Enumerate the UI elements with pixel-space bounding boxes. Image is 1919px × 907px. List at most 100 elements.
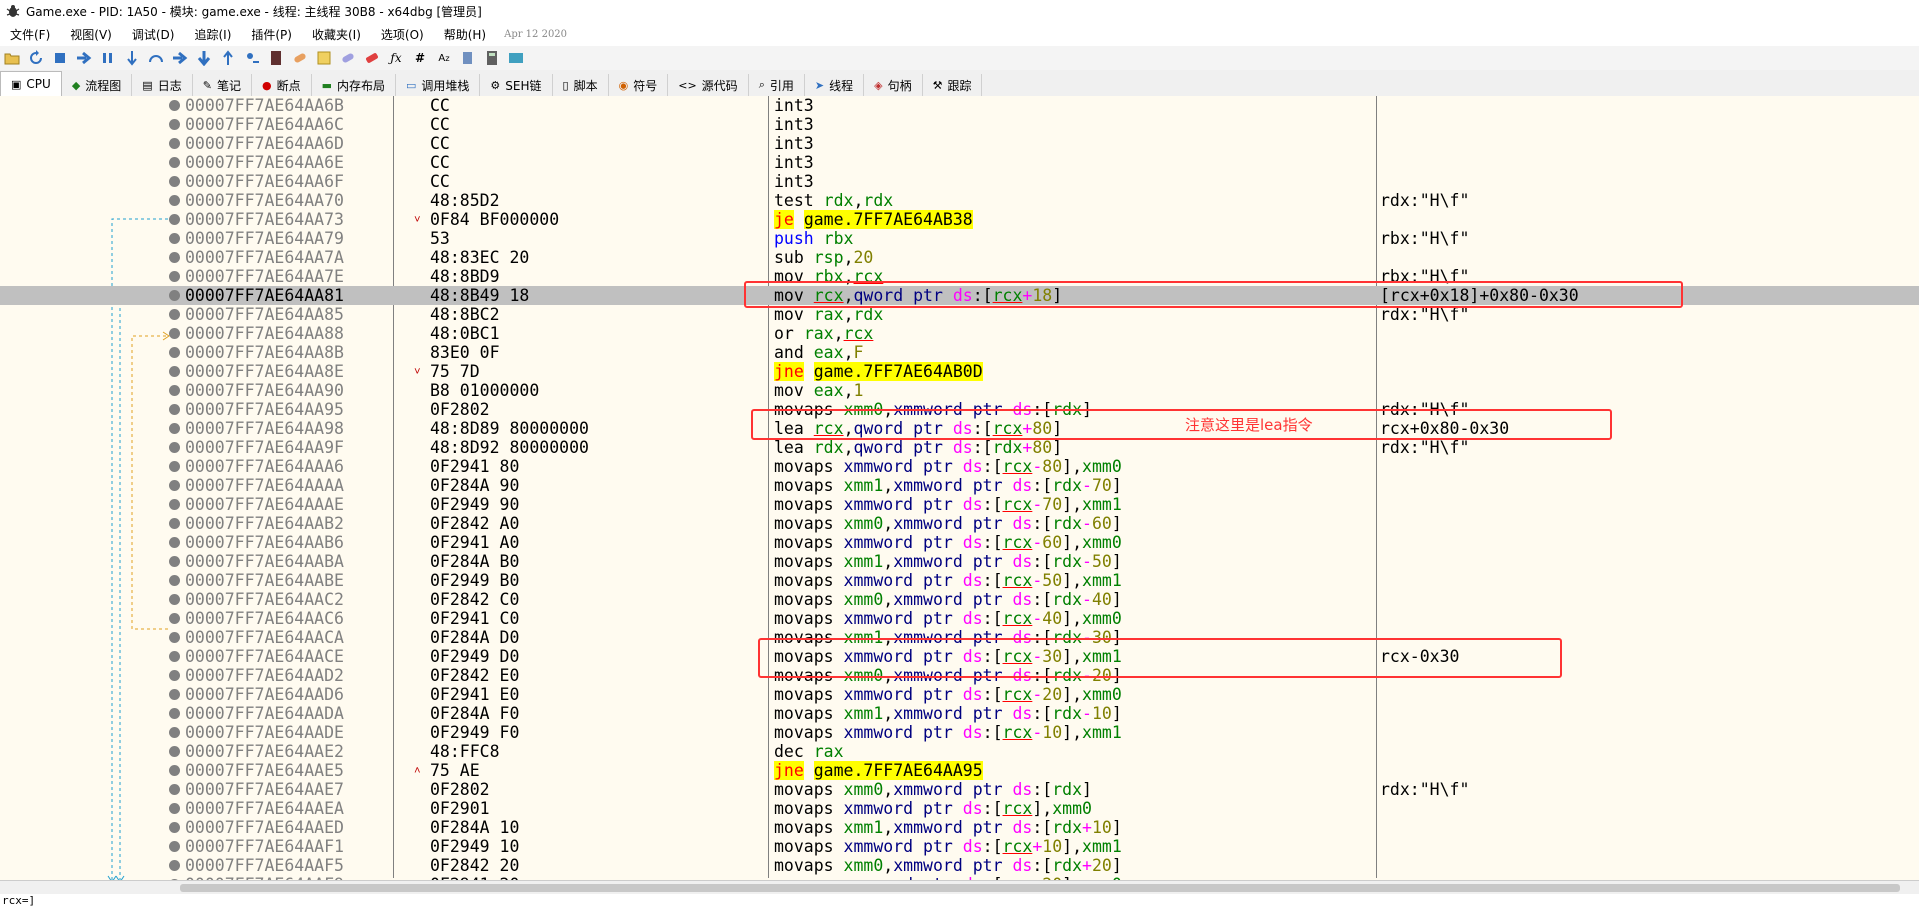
disasm-row[interactable]: 00007FF7AE64AADE 0F2949 F0 movaps xmmword … — [0, 723, 1919, 742]
menu-trace[interactable]: 追踪(I) — [184, 26, 241, 43]
menu-debug[interactable]: 调试(D) — [122, 26, 185, 43]
disasm-row[interactable]: 00007FF7AE64AAA6 0F2941 80 movaps xmmword … — [0, 457, 1919, 476]
breakpoint-bullet-icon[interactable] — [169, 765, 180, 776]
disasm-row[interactable]: 00007FF7AE64AAD6 0F2941 E0 movaps xmmword … — [0, 685, 1919, 704]
disasm-row[interactable]: 00007FF7AE64AA6D CC int3 — [0, 134, 1919, 153]
breakpoint-bullet-icon[interactable] — [169, 290, 180, 301]
disasm-row[interactable]: 00007FF7AE64AA79 53 push rbx rbx:"H\f" — [0, 229, 1919, 248]
strings-icon[interactable]: Az — [435, 49, 453, 67]
horizontal-scrollbar[interactable] — [0, 880, 1919, 895]
breakpoint-bullet-icon[interactable] — [169, 613, 180, 624]
step-over-icon[interactable] — [147, 49, 165, 67]
menu-options[interactable]: 选项(O) — [371, 26, 434, 43]
breakpoint-bullet-icon[interactable] — [169, 328, 180, 339]
disasm-row[interactable]: 00007FF7AE64AA90 B8 01000000 mov eax,1 — [0, 381, 1919, 400]
tab-threads[interactable]: ➤ 线程 — [805, 74, 865, 96]
run-to-user-code-icon[interactable] — [243, 49, 261, 67]
script-icon[interactable] — [267, 49, 285, 67]
breakpoint-bullet-icon[interactable] — [169, 271, 180, 282]
disasm-row[interactable]: 00007FF7AE64AA6F CC int3 — [0, 172, 1919, 191]
breakpoint-bullet-icon[interactable] — [169, 537, 180, 548]
disasm-row[interactable]: 00007FF7AE64AA73 ˅ 0F84 BF000000 je game.7F… — [0, 210, 1919, 229]
breakpoint-bullet-icon[interactable] — [169, 461, 180, 472]
breakpoint-bullet-icon[interactable] — [169, 803, 180, 814]
tab-handles[interactable]: ◈ 句柄 — [864, 74, 923, 96]
calculator-icon[interactable] — [483, 49, 501, 67]
breakpoint-bullet-icon[interactable] — [169, 366, 180, 377]
breakpoint-bullet-icon[interactable] — [169, 727, 180, 738]
tab-script[interactable]: ▯ 脚本 — [553, 74, 609, 96]
disassembly-view[interactable]: 00007FF7AE64AA6B CC int3 00007FF7AE64AA6C CC… — [0, 96, 1919, 894]
hash-icon[interactable]: # — [411, 49, 429, 67]
comments-icon[interactable] — [315, 49, 333, 67]
breakpoint-bullet-icon[interactable] — [169, 119, 180, 130]
breakpoint-bullet-icon[interactable] — [169, 575, 180, 586]
breakpoint-bullet-icon[interactable] — [169, 518, 180, 529]
disasm-row[interactable]: 00007FF7AE64AAB6 0F2941 A0 movaps xmmword … — [0, 533, 1919, 552]
breakpoint-bullet-icon[interactable] — [169, 347, 180, 358]
labels-icon[interactable] — [339, 49, 357, 67]
breakpoint-bullet-icon[interactable] — [169, 708, 180, 719]
breakpoint-bullet-icon[interactable] — [169, 784, 180, 795]
disasm-row[interactable]: 00007FF7AE64AAAE 0F2949 90 movaps xmmword … — [0, 495, 1919, 514]
step-into-icon[interactable] — [123, 49, 141, 67]
disasm-row[interactable]: 00007FF7AE64AAF5 0F2842 20 movaps xmm0,xmm… — [0, 856, 1919, 875]
tab-trace[interactable]: ⚒ 跟踪 — [923, 74, 983, 96]
breakpoint-bullet-icon[interactable] — [169, 385, 180, 396]
menu-help[interactable]: 帮助(H) — [434, 26, 496, 43]
tab-references[interactable]: ⌕ 引用 — [749, 74, 805, 96]
function-icon[interactable]: ƒx — [387, 49, 405, 67]
calls-icon[interactable] — [459, 49, 477, 67]
breakpoint-bullet-icon[interactable] — [169, 157, 180, 168]
tab-graph[interactable]: ◆ 流程图 — [62, 74, 133, 96]
stop-icon[interactable] — [51, 49, 69, 67]
disasm-row[interactable]: 00007FF7AE64AAAA 0F284A 90 movaps xmm1,xmm… — [0, 476, 1919, 495]
pause-icon[interactable] — [99, 49, 117, 67]
disasm-row[interactable]: 00007FF7AE64AAF1 0F2949 10 movaps xmmword … — [0, 837, 1919, 856]
settings-icon[interactable] — [507, 49, 525, 67]
breakpoint-bullet-icon[interactable] — [169, 841, 180, 852]
breakpoint-bullet-icon[interactable] — [169, 480, 180, 491]
breakpoint-bullet-icon[interactable] — [169, 689, 180, 700]
breakpoint-bullet-icon[interactable] — [169, 100, 180, 111]
disasm-row[interactable]: 00007FF7AE64AA6E CC int3 — [0, 153, 1919, 172]
breakpoint-bullet-icon[interactable] — [169, 594, 180, 605]
tab-notes[interactable]: ✎ 笔记 — [193, 74, 252, 96]
disasm-row[interactable]: 00007FF7AE64AA88 48:0BC1 or rax,rcx — [0, 324, 1919, 343]
breakpoint-bullet-icon[interactable] — [169, 442, 180, 453]
trace-into-icon[interactable] — [171, 49, 189, 67]
disasm-row[interactable]: 00007FF7AE64AAE2 48:FFC8 dec rax — [0, 742, 1919, 761]
execute-till-return-icon[interactable] — [219, 49, 237, 67]
breakpoint-bullet-icon[interactable] — [169, 632, 180, 643]
breakpoint-bullet-icon[interactable] — [169, 195, 180, 206]
disasm-row[interactable]: 00007FF7AE64AA8E ˅ 75 7D jne game.7FF7AE64A… — [0, 362, 1919, 381]
disasm-row[interactable]: 00007FF7AE64AAB2 0F2842 A0 movaps xmm0,xmm… — [0, 514, 1919, 533]
trace-over-icon[interactable] — [195, 49, 213, 67]
breakpoint-bullet-icon[interactable] — [169, 404, 180, 415]
disasm-row[interactable]: 00007FF7AE64AABE 0F2949 B0 movaps xmmword … — [0, 571, 1919, 590]
menu-view[interactable]: 视图(V) — [60, 26, 122, 43]
breakpoint-bullet-icon[interactable] — [169, 138, 180, 149]
restart-icon[interactable] — [27, 49, 45, 67]
tab-breakpoints[interactable]: ● 断点 — [252, 74, 312, 96]
breakpoint-bullet-icon[interactable] — [169, 176, 180, 187]
disasm-row[interactable]: 00007FF7AE64AADA 0F284A F0 movaps xmm1,xmm… — [0, 704, 1919, 723]
patch-icon[interactable] — [291, 49, 309, 67]
breakpoint-bullet-icon[interactable] — [169, 499, 180, 510]
tab-call-stack[interactable]: ▭ 调用堆栈 — [396, 74, 481, 96]
disasm-row[interactable]: 00007FF7AE64AAED 0F284A 10 movaps xmm1,xmm… — [0, 818, 1919, 837]
bookmarks-icon[interactable] — [363, 49, 381, 67]
disasm-row[interactable]: 00007FF7AE64AA9F 48:8D92 80000000 lea rdx,… — [0, 438, 1919, 457]
disasm-row[interactable]: 00007FF7AE64AAEA 0F2901 movaps xmmword ptr… — [0, 799, 1919, 818]
menu-file[interactable]: 文件(F) — [0, 26, 60, 43]
breakpoint-bullet-icon[interactable] — [169, 252, 180, 263]
breakpoint-bullet-icon[interactable] — [169, 556, 180, 567]
tab-symbols[interactable]: ◉ 符号 — [609, 74, 669, 96]
disasm-row[interactable]: 00007FF7AE64AA6B CC int3 — [0, 96, 1919, 115]
breakpoint-bullet-icon[interactable] — [169, 423, 180, 434]
tab-memory-map[interactable]: ▬ 内存布局 — [312, 74, 396, 96]
disasm-row[interactable]: 00007FF7AE64AAC2 0F2842 C0 movaps xmm0,xmm… — [0, 590, 1919, 609]
breakpoint-bullet-icon[interactable] — [169, 670, 180, 681]
breakpoint-bullet-icon[interactable] — [169, 822, 180, 833]
disasm-row[interactable]: 00007FF7AE64AA6C CC int3 — [0, 115, 1919, 134]
